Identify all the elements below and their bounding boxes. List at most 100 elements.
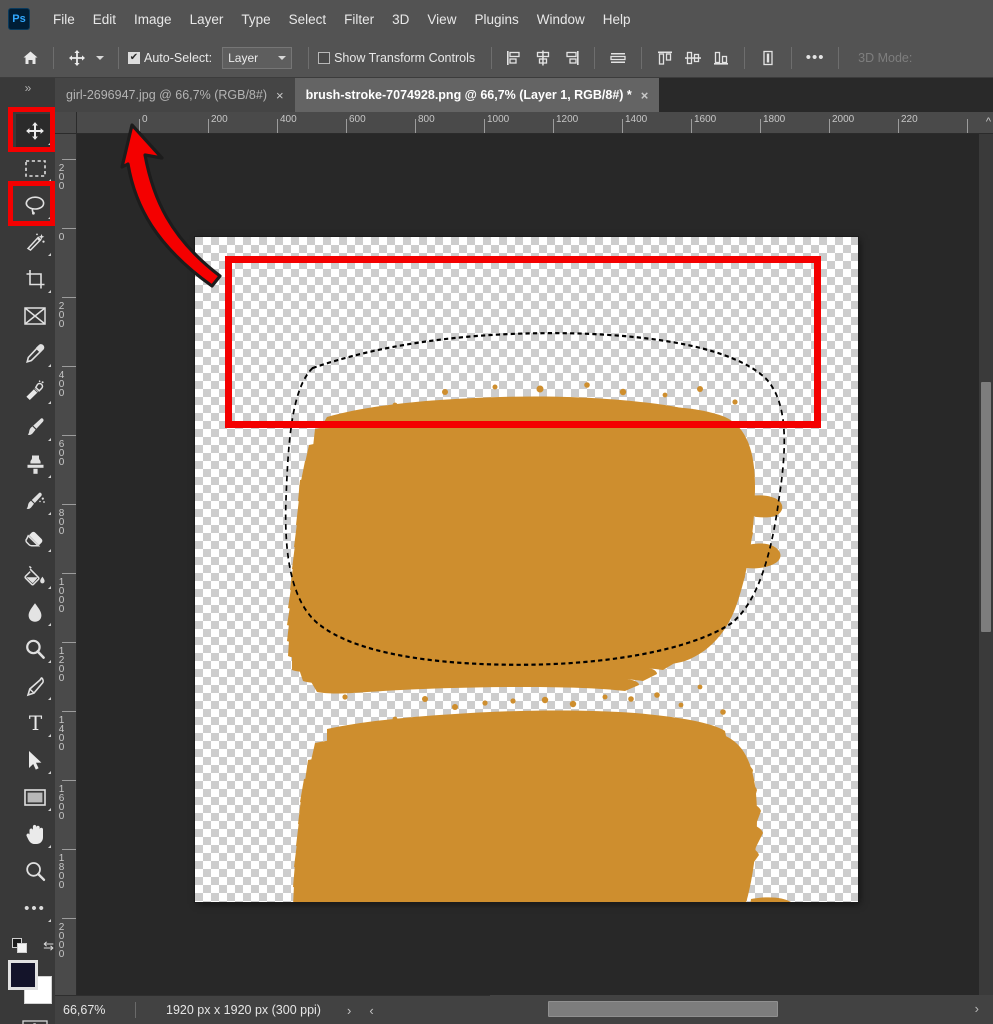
move-tool-icon[interactable] [63,45,91,71]
tool-horizontal-type[interactable]: T [16,706,54,740]
align-right-edges-icon[interactable] [557,45,585,71]
ruler-label: 1600 [56,784,67,820]
menu-help[interactable]: Help [594,9,640,30]
tool-clone-stamp[interactable] [16,447,54,481]
menu-view[interactable]: View [418,9,465,30]
tool-blur[interactable] [16,595,54,629]
menu-bar: Ps File Edit Image Layer Type Select Fil… [0,0,993,38]
scroll-right-icon[interactable]: › [975,1001,979,1016]
menu-3d[interactable]: 3D [383,9,418,30]
flyout-indicator-icon [48,919,51,922]
menu-filter[interactable]: Filter [335,9,383,30]
align-to-selection-icon[interactable] [754,45,782,71]
close-icon[interactable]: × [641,89,649,102]
document-tab-brush-stroke[interactable]: brush-stroke-7074928.png @ 66,7% (Layer … [295,78,660,112]
ruler-label: 1400 [622,114,647,125]
ruler-origin[interactable] [55,112,77,134]
tool-eyedropper[interactable] [16,336,54,370]
flyout-indicator-icon [48,586,51,589]
menu-plugins[interactable]: Plugins [465,9,527,30]
tool-object-selection[interactable] [16,225,54,259]
tool-edit-toolbar[interactable]: ••• [16,891,54,925]
tool-frame[interactable] [16,299,54,333]
menu-file[interactable]: File [44,9,84,30]
divider [641,47,642,69]
align-horizontal-centers-icon[interactable] [529,45,557,71]
home-icon[interactable] [16,45,44,71]
menu-select[interactable]: Select [280,9,336,30]
flyout-indicator-icon [48,216,51,219]
status-prev-icon[interactable]: ‹ [369,1003,373,1018]
document-canvas[interactable] [195,237,858,902]
tool-brush[interactable] [16,410,54,444]
scrollbar-thumb[interactable] [548,1001,778,1017]
tool-crop[interactable] [16,262,54,296]
ruler-label: 800 [415,114,435,125]
tool-rectangle[interactable] [16,780,54,814]
options-bar: ✔ Auto-Select: Layer Show Transform Cont… [0,38,993,78]
tool-preset-chevron-down-icon[interactable] [91,45,109,71]
show-transform-controls-label: Show Transform Controls [334,51,475,65]
ruler-label: 220 [898,114,918,125]
tool-move[interactable] [16,114,54,148]
swap-colors-icon[interactable]: ⇆ [43,938,54,954]
menu-window[interactable]: Window [528,9,594,30]
tool-rectangular-marquee[interactable] [16,151,54,185]
ruler-label: 0 [56,232,67,241]
tool-pen[interactable] [16,669,54,703]
tool-gradient[interactable] [16,558,54,592]
layer-scope-select[interactable]: Layer [222,47,292,69]
ruler-label: 1800 [56,853,67,889]
menu-image[interactable]: Image [125,9,181,30]
menu-type[interactable]: Type [232,9,279,30]
show-transform-controls-checkbox[interactable]: Show Transform Controls [318,51,475,65]
divider [53,47,54,69]
quick-mask-icon[interactable] [16,1013,54,1024]
tool-eraser[interactable] [16,521,54,555]
distribute-bottom-edges-icon[interactable] [707,45,735,71]
tool-history-brush[interactable] [16,484,54,518]
canvas-vertical-scrollbar[interactable] [979,134,993,995]
tool-path-selection[interactable] [16,743,54,777]
flyout-indicator-icon [48,808,51,811]
checkbox-box-icon [318,52,330,64]
ruler-label: 1200 [553,114,578,125]
divider [744,47,745,69]
canvas-work-area[interactable] [77,134,979,995]
scrollbar-thumb[interactable] [981,382,991,632]
auto-select-checkbox[interactable]: ✔ Auto-Select: [128,51,212,65]
ruler-label: 1600 [691,114,716,125]
flyout-indicator-icon [48,253,51,256]
3d-mode-label: 3D Mode: [858,51,912,65]
document-tab-girl[interactable]: girl-2696947.jpg @ 66,7% (RGB/8#) × [55,78,295,112]
tool-dodge[interactable] [16,632,54,666]
ruler-label: 600 [56,439,67,466]
canvas-horizontal-scrollbar[interactable]: › [490,995,993,1024]
menu-edit[interactable]: Edit [84,9,125,30]
align-left-edges-icon[interactable] [501,45,529,71]
tool-zoom[interactable] [16,854,54,888]
tool-spot-healing-brush[interactable] [16,373,54,407]
status-next-icon[interactable]: › [347,1003,351,1018]
zoom-level[interactable]: 66,67% [55,1003,135,1017]
menu-layer[interactable]: Layer [181,9,233,30]
tool-hand[interactable] [16,817,54,851]
toolbar-expand-icon[interactable]: » [0,78,55,98]
more-tools-icon: ••• [24,900,46,917]
distribute-vertical-centers-icon[interactable] [679,45,707,71]
document-dimensions: 1920 px x 1920 px (300 ppi) [136,1003,321,1017]
more-options-icon[interactable]: ••• [801,45,829,71]
ruler-label: 200 [56,163,67,190]
chevron-up-icon[interactable]: ^ [986,116,991,128]
close-icon[interactable]: × [276,89,284,102]
ruler-label: 1000 [484,114,509,125]
distribute-spacing-icon[interactable] [604,45,632,71]
distribute-top-edges-icon[interactable] [651,45,679,71]
vertical-ruler[interactable]: 200 0 200 400 600 800 1000 1200 1400 160… [55,134,77,995]
horizontal-ruler[interactable]: 0 200 400 600 800 1000 1200 1400 1600 18… [77,112,993,134]
ruler-label: 600 [346,114,366,125]
foreground-color-swatch[interactable] [8,960,38,990]
default-colors-icon[interactable] [12,938,28,954]
layer-scope-value: Layer [228,51,258,65]
tool-lasso[interactable] [16,188,54,222]
